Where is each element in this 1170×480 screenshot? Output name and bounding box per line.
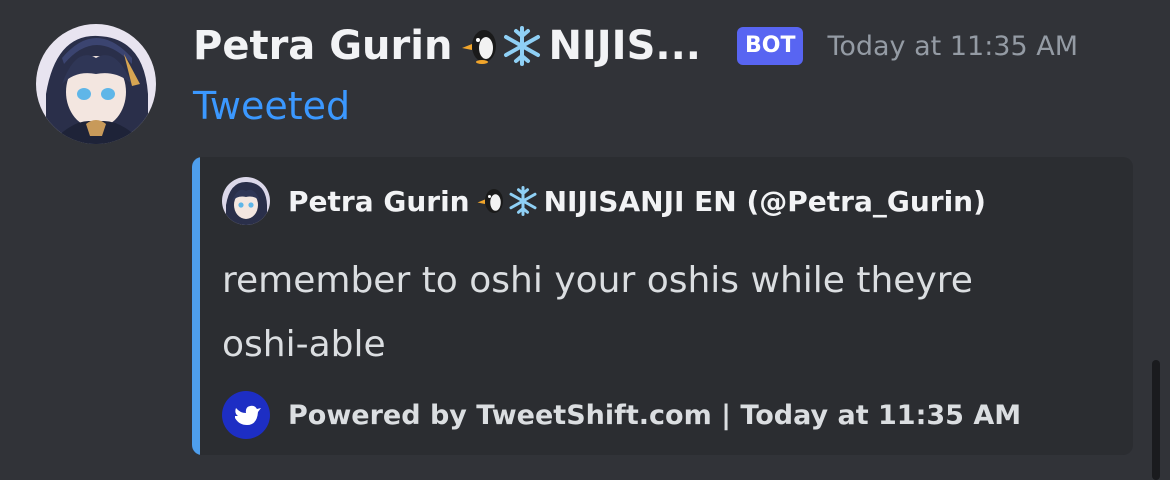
author-name-text: Petra Gurin [288, 184, 470, 218]
username-text: Petra Gurin [193, 23, 453, 69]
bot-badge: BOT [736, 27, 804, 65]
footer-text: Powered by TweetShift.com | Today at 11:… [288, 399, 1022, 431]
chat-message: Petra Gurin NIJIS... BOT Today at 11:35 … [0, 0, 1170, 480]
snowflake-emoji-icon [508, 186, 538, 216]
penguin-emoji-icon [476, 186, 506, 216]
description-line-2: oshi-able [222, 324, 386, 365]
tweet-embed: Petra Gurin NIJISANJI EN (@Petra_Gurin) … [192, 157, 1133, 455]
author-handle: NIJISANJI EN (@Petra_Gurin) [543, 184, 986, 218]
username[interactable]: Petra Gurin NIJIS... [193, 23, 701, 69]
embed-accent-bar [192, 157, 200, 455]
tweeted-link[interactable]: Tweeted [193, 84, 350, 128]
tweetshift-logo-icon [222, 391, 270, 439]
scrollbar-thumb[interactable] [1152, 360, 1160, 480]
penguin-emoji-icon [460, 26, 500, 66]
author-avatar [222, 177, 270, 225]
avatar[interactable] [36, 24, 156, 144]
description-line-1: remember to oshi your oshis while theyre [222, 260, 973, 301]
embed-description: remember to oshi your oshis while theyre… [222, 249, 1102, 377]
author-name: Petra Gurin NIJISANJI EN (@Petra_Gurin) [288, 185, 986, 218]
username-suffix: NIJIS... [548, 23, 701, 69]
embed-author[interactable]: Petra Gurin NIJISANJI EN (@Petra_Gurin) [222, 177, 986, 225]
message-timestamp[interactable]: Today at 11:35 AM [827, 31, 1078, 62]
embed-footer: Powered by TweetShift.com | Today at 11:… [222, 391, 1021, 439]
snowflake-emoji-icon [502, 26, 542, 66]
message-header: Petra Gurin NIJIS... BOT Today at 11:35 … [193, 14, 1078, 78]
